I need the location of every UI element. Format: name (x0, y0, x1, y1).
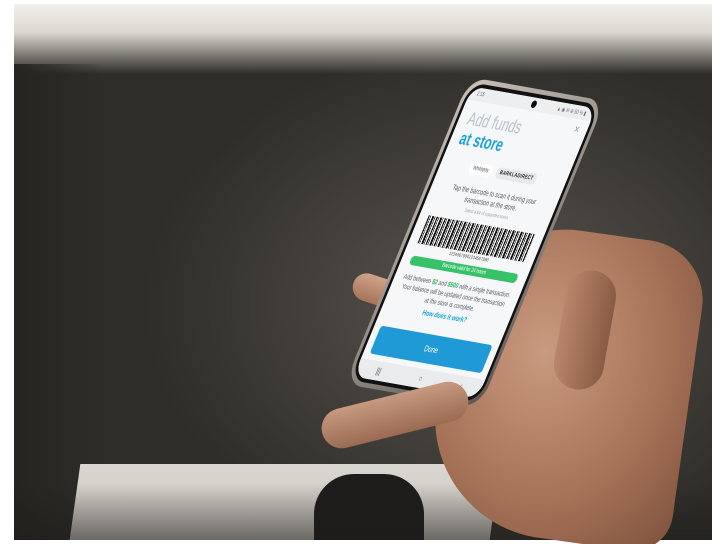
recents-icon[interactable]: ||| (375, 366, 383, 376)
store-chip-whitepay[interactable]: Whitepay (467, 162, 495, 178)
status-time: 2:15 (475, 91, 486, 99)
home-icon[interactable]: ○ (417, 373, 424, 383)
background-window-light (14, 4, 712, 74)
store-chip-barkladirect[interactable]: BARKLADIRECT (493, 166, 539, 186)
